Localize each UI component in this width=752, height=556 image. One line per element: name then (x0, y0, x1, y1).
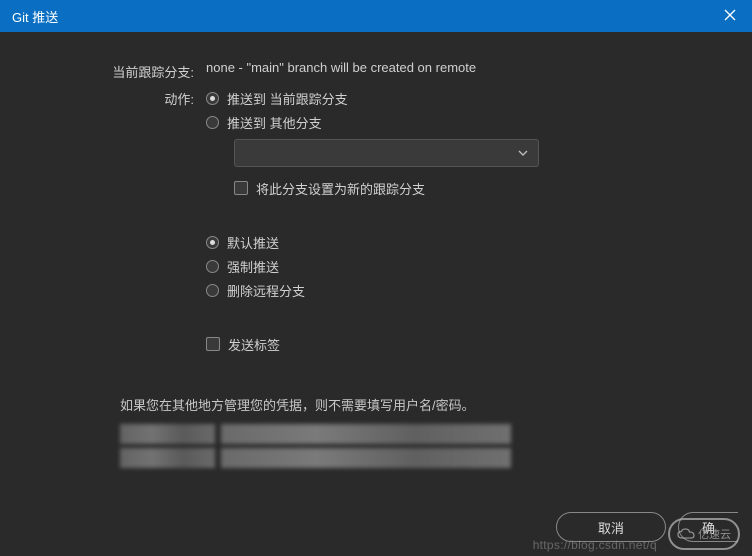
window-title: Git 推送 (12, 7, 707, 26)
credentials-info: 如果您在其他地方管理您的凭据，则不需要填写用户名/密码。 (120, 395, 732, 414)
watermark-url: https://blog.csdn.net/q (533, 538, 657, 552)
blurred-username-field (221, 424, 511, 444)
radio-push-other-label: 推送到 其他分支 (227, 113, 322, 132)
radio-default-push-label: 默认推送 (227, 233, 279, 252)
watermark-brand: 亿速云 (698, 526, 731, 542)
checkbox-set-tracking-label: 将此分支设置为新的跟踪分支 (256, 179, 425, 198)
checkbox-set-tracking[interactable] (234, 181, 248, 195)
radio-push-current-label: 推送到 当前跟踪分支 (227, 89, 348, 108)
close-icon (724, 8, 736, 24)
titlebar: Git 推送 (0, 0, 752, 32)
checkbox-send-tags-label: 发送标签 (228, 335, 280, 354)
blurred-username-label (120, 424, 215, 444)
tracking-branch-value: none - "main" branch will be created on … (206, 60, 732, 75)
radio-force-push[interactable] (206, 260, 219, 273)
close-button[interactable] (707, 0, 752, 32)
action-label: 动作: (20, 87, 206, 108)
blurred-password-field (221, 448, 511, 468)
radio-push-other[interactable] (206, 116, 219, 129)
radio-delete-remote[interactable] (206, 284, 219, 297)
radio-default-push[interactable] (206, 236, 219, 249)
radio-push-current[interactable] (206, 92, 219, 105)
dialog-content: 当前跟踪分支: none - "main" branch will be cre… (0, 32, 752, 468)
radio-delete-remote-label: 删除远程分支 (227, 281, 305, 300)
branch-select[interactable] (234, 139, 539, 167)
chevron-down-icon (518, 150, 528, 156)
blurred-password-label (120, 448, 215, 468)
checkbox-send-tags[interactable] (206, 337, 220, 351)
radio-force-push-label: 强制推送 (227, 257, 279, 276)
watermark-logo: 亿速云 (668, 518, 740, 550)
tracking-branch-label: 当前跟踪分支: (20, 60, 206, 81)
credentials-blurred (120, 424, 732, 468)
cloud-icon (677, 528, 695, 540)
cancel-button-label: 取消 (598, 518, 624, 537)
